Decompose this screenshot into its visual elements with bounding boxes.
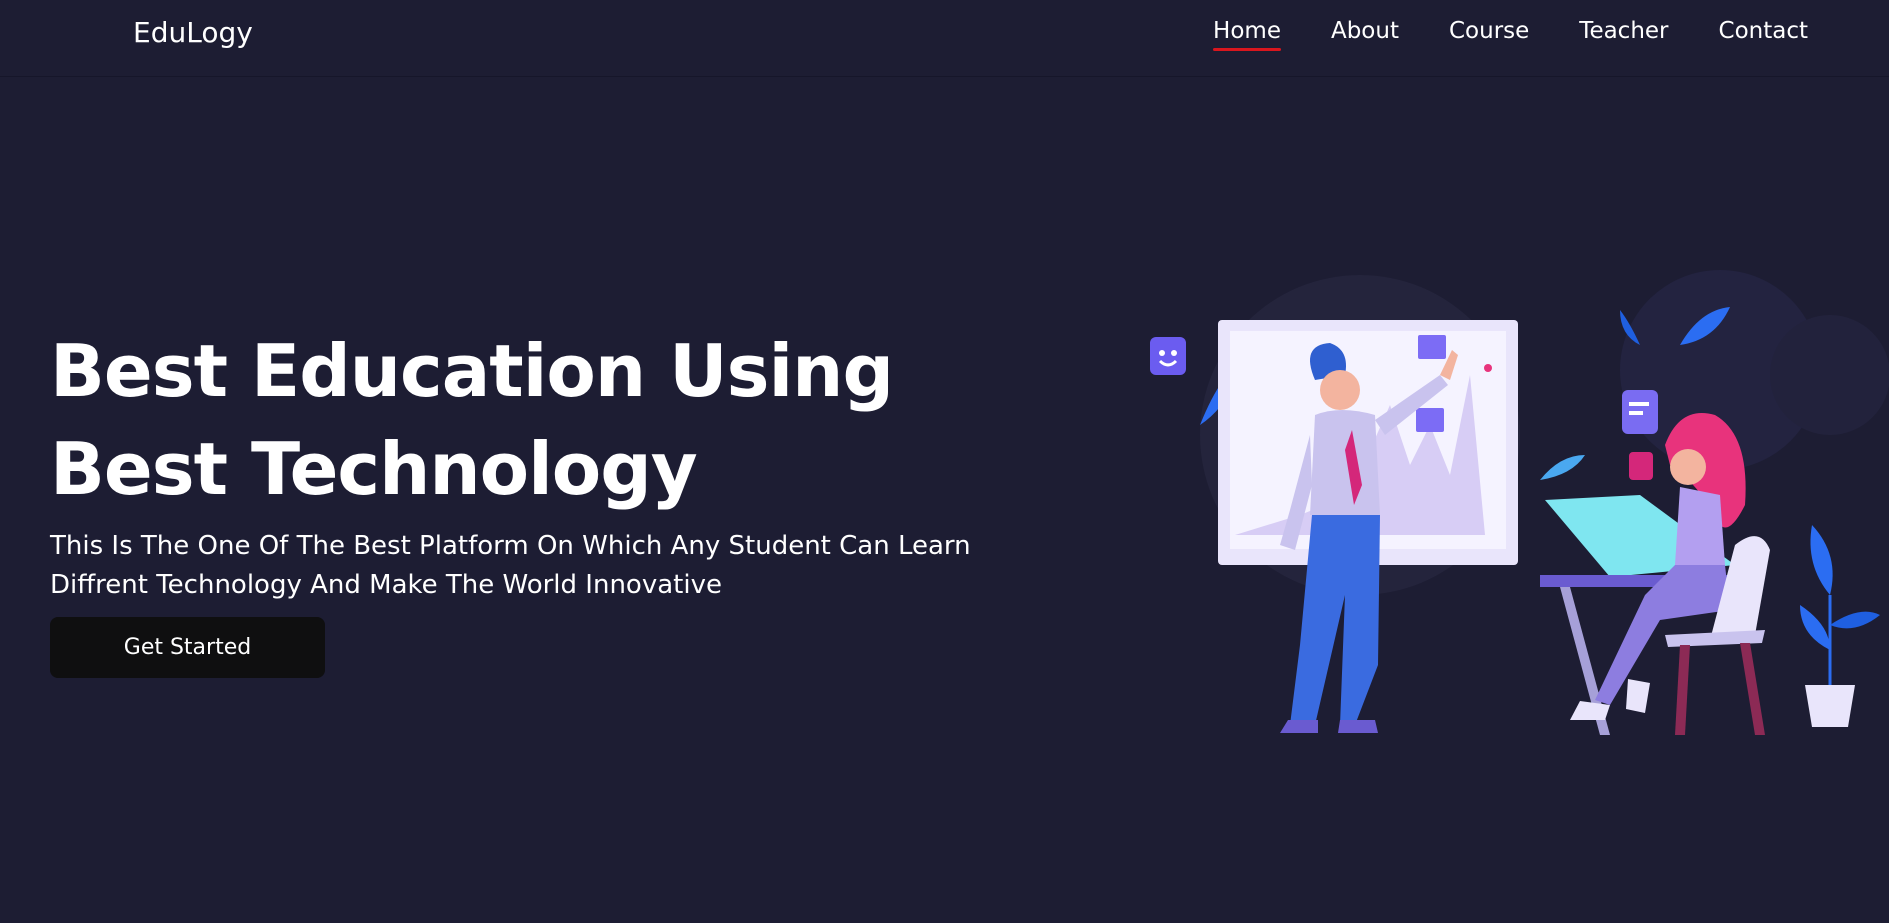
brand-logo[interactable]: EduLogy: [133, 16, 253, 49]
nav-teacher-link[interactable]: Teacher: [1579, 18, 1668, 48]
get-started-button[interactable]: Get Started: [50, 617, 325, 678]
hero-title-line-1: Best Education Using: [50, 329, 894, 413]
nav-about-link[interactable]: About: [1331, 18, 1399, 48]
navbar: EduLogy Home About Course Teacher Contac…: [0, 0, 1889, 77]
nav-course-link[interactable]: Course: [1449, 18, 1529, 48]
floating-note-icon: [1622, 390, 1658, 434]
floating-note-icon: [1629, 452, 1653, 480]
potted-plant: [1800, 525, 1880, 727]
floating-note-icon: [1150, 337, 1186, 375]
hero-title: Best Education Using Best Technology: [50, 322, 894, 518]
nav-home-link[interactable]: Home: [1213, 18, 1281, 51]
nav-contact-link[interactable]: Contact: [1719, 18, 1808, 48]
hero-illustration: [1150, 270, 1889, 735]
hero-subtitle: This Is The One Of The Best Platform On …: [50, 531, 971, 600]
background-blob: [1770, 315, 1889, 435]
hero-title-line-2: Best Technology: [50, 427, 698, 511]
nav-links: Home About Course Teacher Contact: [1213, 18, 1808, 51]
